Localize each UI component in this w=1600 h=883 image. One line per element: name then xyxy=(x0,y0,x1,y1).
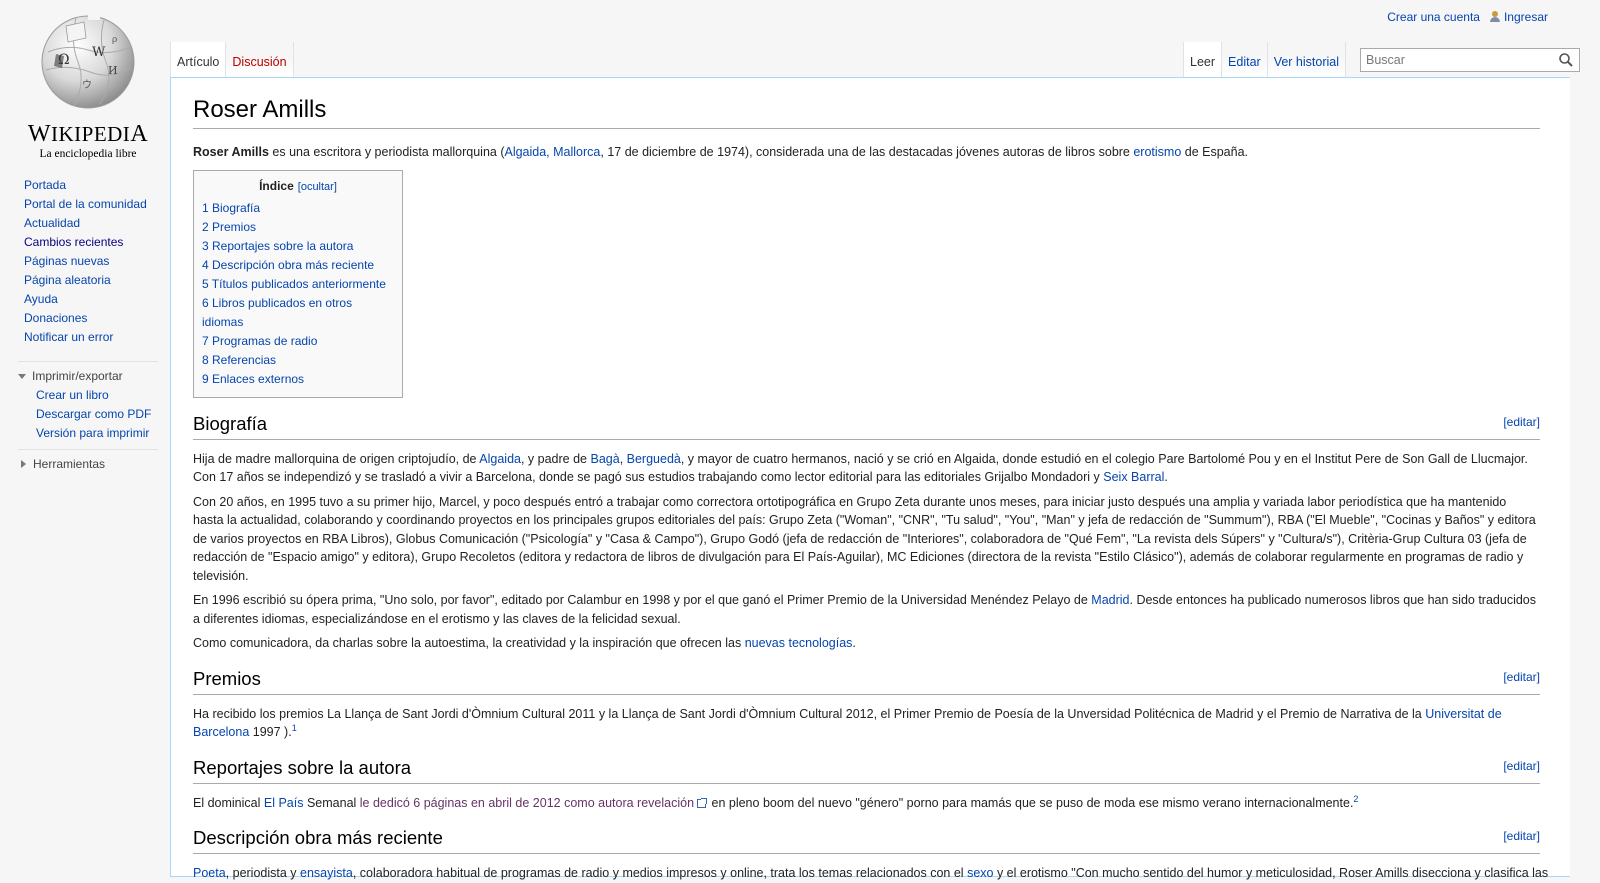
svg-text:И: И xyxy=(108,64,118,77)
tab-read[interactable]: Leer xyxy=(1183,42,1223,78)
link-madrid[interactable]: Madrid xyxy=(1091,593,1129,607)
svg-text:ρ: ρ xyxy=(112,35,117,45)
toc-list: 1 Biografía 2 Premios 3 Reportajes sobre… xyxy=(202,199,394,389)
sidebar-item-portal-comunidad[interactable]: Portal de la comunidad xyxy=(24,195,168,214)
section-heading-descripcion: Descripción obra más reciente [editar] xyxy=(193,824,1540,854)
toc-item[interactable]: 8 Referencias xyxy=(202,351,394,370)
chevron-down-icon xyxy=(18,373,26,379)
reference-1[interactable]: 1 xyxy=(292,723,297,733)
wordmark: WIKIPEDIA xyxy=(27,121,149,147)
intro-paragraph: Roser Amills es una escritora y periodis… xyxy=(193,145,1249,159)
navigation-list: Portada Portal de la comunidad Actualida… xyxy=(0,176,168,347)
recent-paragraph: Poeta, periodista y ensayista, colaborad… xyxy=(193,866,1549,880)
tagline: La enciclopedia libre xyxy=(39,148,137,160)
toc-item[interactable]: 6 Libros publicados en otros idiomas xyxy=(202,294,394,332)
toc-toggle[interactable]: [ocultar] xyxy=(298,181,337,193)
reports-paragraph: El dominical El País Semanal le dedicó 6… xyxy=(193,793,1359,810)
bio-paragraph-1: Hija de madre mallorquina de origen crip… xyxy=(193,451,1528,485)
bio-paragraph-4: Como comunicadora, da charlas sobre la a… xyxy=(193,636,856,650)
tab-edit[interactable]: Editar xyxy=(1222,42,1268,78)
sidebar-item-portada[interactable]: Portada xyxy=(24,176,168,195)
sidebar-item-version-imprimir[interactable]: Versión para imprimir xyxy=(36,424,158,443)
external-link-reportaje[interactable]: le dedicó 6 páginas en abril de 2012 com… xyxy=(360,796,694,810)
sidebar-item-pagina-aleatoria[interactable]: Página aleatoria xyxy=(24,271,168,290)
section-heading-biografia: Biografía [editar] xyxy=(193,410,1540,440)
tab-history[interactable]: Ver historial xyxy=(1267,42,1346,78)
tab-discussion-label: Discusión xyxy=(232,55,287,69)
tab-edit-label: Editar xyxy=(1228,55,1261,69)
table-of-contents: Índice [ocultar] 1 Biografía 2 Premios 3 … xyxy=(193,169,403,398)
link-erotismo[interactable]: erotismo xyxy=(1133,145,1181,159)
awards-paragraph: Ha recibido los premios La Llança de San… xyxy=(193,706,1502,740)
edit-section-button[interactable]: [editar] xyxy=(1503,824,1540,848)
search-icon[interactable] xyxy=(1557,51,1575,69)
puzzle-globe-icon: Ω W И ウ ρ xyxy=(41,12,135,109)
page-title: Roser Amills xyxy=(193,96,1540,129)
edit-section-button[interactable]: [editar] xyxy=(1503,665,1540,689)
link-algaida[interactable]: Algaida xyxy=(479,452,521,466)
external-link-icon xyxy=(697,797,708,808)
search-input[interactable] xyxy=(1361,50,1557,70)
tab-discussion[interactable]: Discusión xyxy=(226,42,294,78)
tools-toggle[interactable]: Herramientas xyxy=(18,454,158,474)
print-export-list: Crear un libro Descargar como PDF Versió… xyxy=(18,386,158,443)
view-tabs: Leer Editar Ver historial xyxy=(1183,42,1346,78)
bio-paragraph-2: Con 20 años, en 1995 tuvo a su primer hi… xyxy=(193,494,1536,583)
sidebar-item-actualidad[interactable]: Actualidad xyxy=(24,214,168,233)
sidebar-item-donaciones[interactable]: Donaciones xyxy=(24,309,168,328)
print-export-toggle[interactable]: Imprimir/exportar xyxy=(18,366,158,386)
edit-section-button[interactable]: [editar] xyxy=(1503,754,1540,778)
link-el-pais[interactable]: El País xyxy=(264,796,304,810)
toc-item[interactable]: 7 Programas de radio xyxy=(202,332,394,351)
link-baga[interactable]: Bagà xyxy=(590,452,619,466)
sidebar: Portada Portal de la comunidad Actualida… xyxy=(0,176,168,474)
toc-item[interactable]: 1 Biografía xyxy=(202,199,394,218)
namespace-tabs: Artículo Discusión xyxy=(170,42,294,78)
login-wrapper: Ingresar xyxy=(1489,10,1548,24)
sidebar-item-crear-libro[interactable]: Crear un libro xyxy=(36,386,158,405)
edit-section-button[interactable]: [editar] xyxy=(1503,410,1540,434)
link-ensayista[interactable]: ensayista xyxy=(300,866,353,880)
print-export-title: Imprimir/exportar xyxy=(32,369,123,383)
toc-item[interactable]: 9 Enlaces externos xyxy=(202,370,394,389)
sidebar-item-descargar-pdf[interactable]: Descargar como PDF xyxy=(36,405,158,424)
section-heading-premios: Premios [editar] xyxy=(193,665,1540,695)
svg-text:ウ: ウ xyxy=(82,79,92,91)
search-box xyxy=(1360,48,1580,72)
toc-item[interactable]: 4 Descripción obra más reciente xyxy=(202,256,394,275)
reference-2[interactable]: 2 xyxy=(1353,793,1358,803)
link-bergueda[interactable]: Berguedà xyxy=(627,452,681,466)
sidebar-item-paginas-nuevas[interactable]: Páginas nuevas xyxy=(24,252,168,271)
section-heading-reportajes: Reportajes sobre la autora [editar] xyxy=(193,754,1540,784)
toc-title: Índice [ocultar] xyxy=(259,178,337,193)
tab-history-label: Ver historial xyxy=(1273,55,1339,69)
chevron-right-icon xyxy=(21,460,26,468)
create-account-link[interactable]: Crear una cuenta xyxy=(1387,10,1480,24)
article-content: Roser Amills Roser Amills es una escrito… xyxy=(170,77,1570,880)
link-nuevas-tecnologias[interactable]: nuevas tecnologías xyxy=(745,636,853,650)
toc-item[interactable]: 5 Títulos publicados anteriormente xyxy=(202,275,394,294)
sidebar-item-notificar-error[interactable]: Notificar un error xyxy=(24,328,168,347)
link-poeta[interactable]: Poeta xyxy=(193,866,226,880)
sidebar-item-ayuda[interactable]: Ayuda xyxy=(24,290,168,309)
link-algaida-mallorca[interactable]: Algaida, Mallorca xyxy=(504,145,600,159)
svg-text:W: W xyxy=(92,45,106,60)
print-export-portal: Imprimir/exportar Crear un libro Descarg… xyxy=(18,361,158,443)
login-link[interactable]: Ingresar xyxy=(1504,10,1548,24)
link-sexo[interactable]: sexo xyxy=(967,866,993,880)
user-icon xyxy=(1489,11,1500,22)
tools-title: Herramientas xyxy=(33,457,106,471)
tab-article[interactable]: Artículo xyxy=(170,42,227,78)
personal-tools: Crear una cuenta Ingresar xyxy=(1387,10,1548,24)
wikipedia-logo[interactable]: Ω W И ウ ρ WIKIPEDIA La enciclopedia libr… xyxy=(18,12,158,160)
bio-paragraph-3: En 1996 escribió su ópera prima, "Uno so… xyxy=(193,593,1537,626)
sidebar-item-cambios-recientes[interactable]: Cambios recientes xyxy=(24,233,168,252)
toc-item[interactable]: 3 Reportajes sobre la autora xyxy=(202,237,394,256)
link-seix-barral[interactable]: Seix Barral xyxy=(1103,470,1164,484)
toc-item[interactable]: 2 Premios xyxy=(202,218,394,237)
tools-portal: Herramientas xyxy=(18,449,158,474)
